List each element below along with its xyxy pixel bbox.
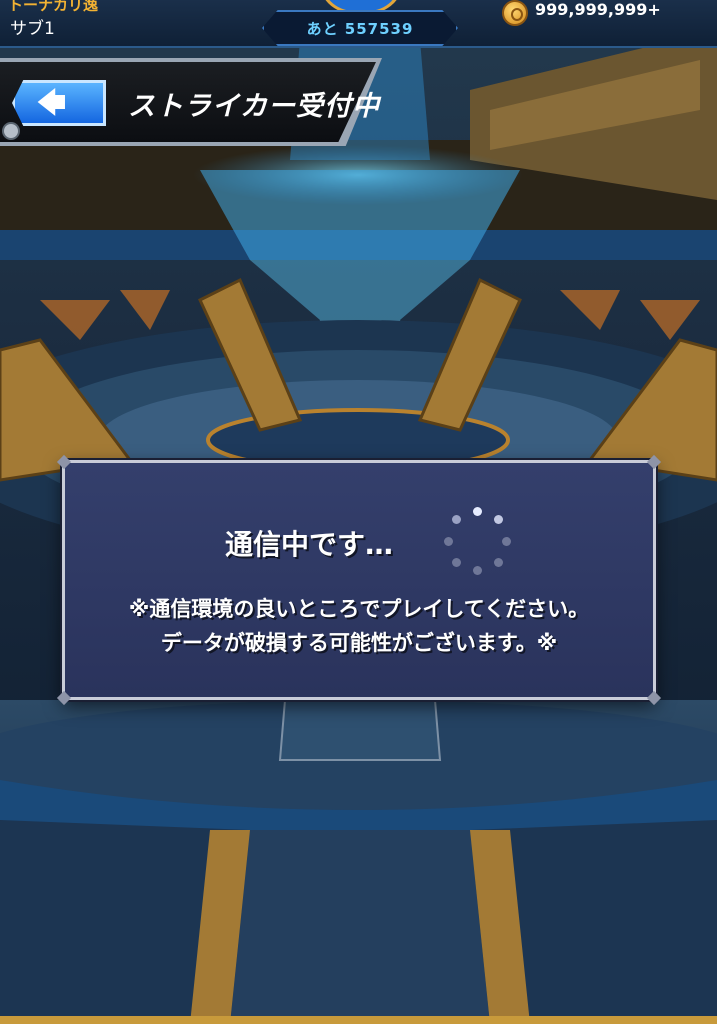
back-arrow-icon: 🡄	[37, 86, 66, 119]
dialog-note-line-2: データが破損する可能性がございます。※	[160, 631, 558, 655]
loading-spinner-icon	[443, 507, 511, 575]
dialog-note-line-1: ※通信環境の良いところでプレイしてください。	[128, 597, 590, 621]
page-title: ストライカー受付中	[128, 91, 380, 122]
connecting-dialog: 通信中です… ※通信環境の良いところでプレイしてください。 データが破損する可能…	[56, 454, 662, 706]
back-button[interactable]: 🡄	[12, 80, 106, 126]
player-rank-label: トーナカリ逸	[8, 0, 99, 14]
banner-rivet-icon	[2, 122, 20, 140]
top-status-bar: トーナカリ逸 サブ1 あと 557539 999,999,999+	[0, 0, 717, 48]
player-name: サブ1	[10, 19, 55, 39]
stamina-counter: あと 557539	[262, 10, 458, 46]
coin-count: 999,999,999+	[535, 0, 661, 19]
coin-icon	[502, 0, 528, 26]
connecting-status-text: 通信中です…	[225, 528, 394, 561]
